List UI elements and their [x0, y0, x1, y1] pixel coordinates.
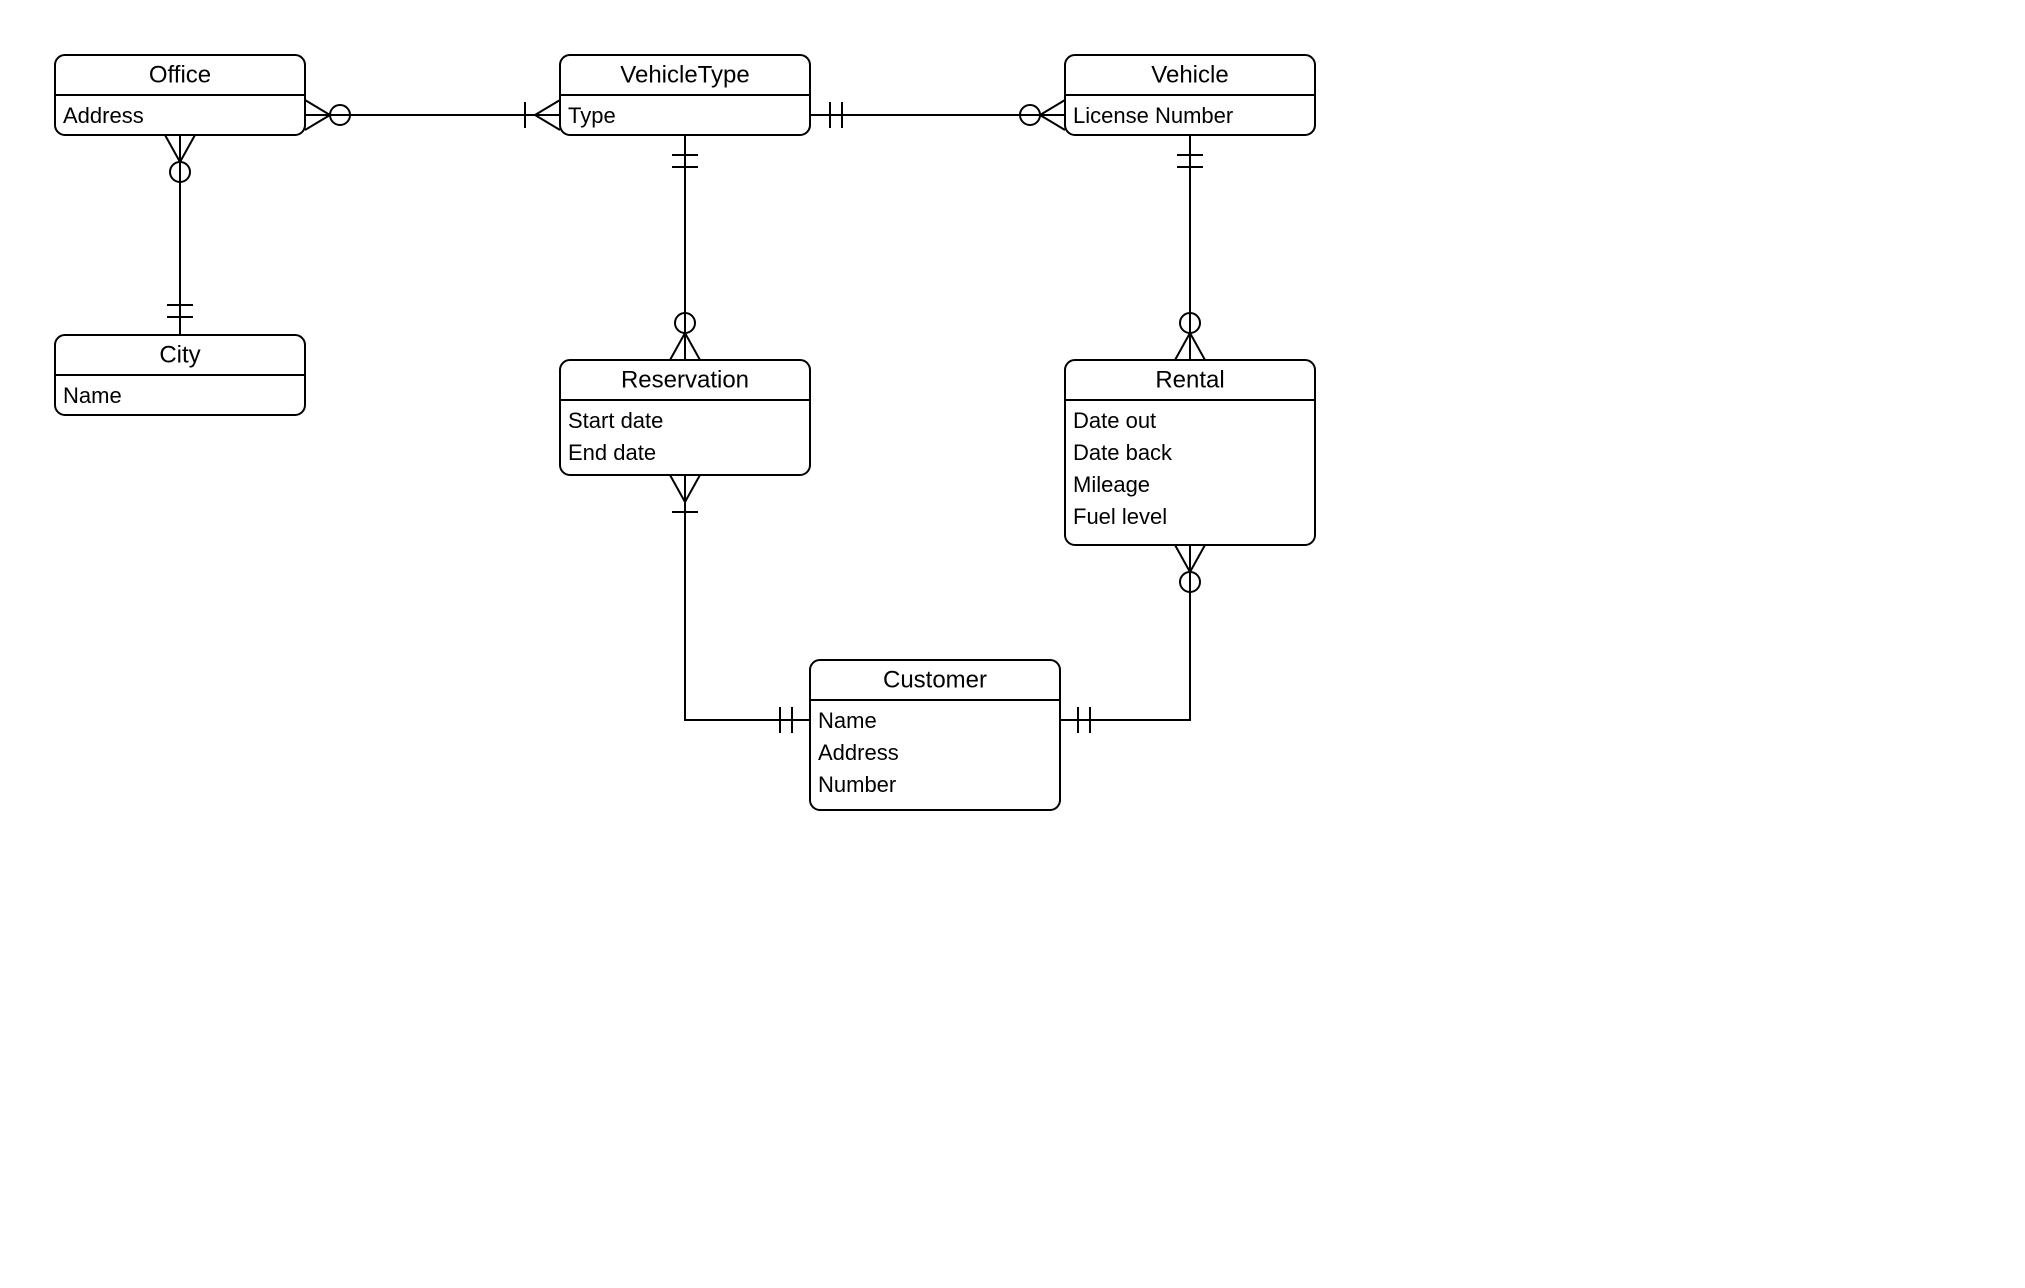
rel-vehicle-rental [1175, 135, 1205, 360]
entity-office-attr-0: Address [63, 103, 144, 128]
rel-reservation-customer [670, 475, 810, 733]
entity-rental-title: Rental [1155, 366, 1224, 393]
entity-vehicle: Vehicle License Number [1065, 55, 1315, 135]
entity-rental-attr-3: Fuel level [1073, 504, 1167, 529]
rel-vehicletype-reservation [670, 135, 700, 360]
entity-rental-attr-0: Date out [1073, 408, 1156, 433]
entity-vehicle-title: Vehicle [1151, 61, 1228, 88]
entity-office-title: Office [149, 61, 211, 88]
entity-customer-title: Customer [883, 666, 987, 693]
entity-vehicletype-attr-0: Type [568, 103, 616, 128]
entity-vehicletype-title: VehicleType [620, 61, 749, 88]
rel-rental-customer [1060, 545, 1205, 733]
entity-customer-attr-2: Number [818, 772, 896, 797]
entity-reservation-title: Reservation [621, 366, 749, 393]
entity-vehicletype: VehicleType Type [560, 55, 810, 135]
entity-customer: Customer Name Address Number [810, 660, 1060, 810]
entity-city: City Name [55, 335, 305, 415]
entity-customer-attr-1: Address [818, 740, 899, 765]
entity-city-attr-0: Name [63, 383, 122, 408]
entity-reservation: Reservation Start date End date [560, 360, 810, 475]
entity-customer-attr-0: Name [818, 708, 877, 733]
entity-reservation-attr-1: End date [568, 440, 656, 465]
rel-office-vehicletype [305, 100, 560, 130]
rel-vehicletype-vehicle [810, 100, 1065, 130]
rel-office-city [165, 135, 195, 335]
entity-vehicle-attr-0: License Number [1073, 103, 1233, 128]
entity-city-title: City [159, 341, 200, 368]
entity-reservation-attr-0: Start date [568, 408, 663, 433]
entity-office: Office Address [55, 55, 305, 135]
entity-rental: Rental Date out Date back Mileage Fuel l… [1065, 360, 1315, 545]
entity-rental-attr-1: Date back [1073, 440, 1173, 465]
er-diagram: Office Address City Name VehicleType Typ… [0, 0, 2025, 1288]
entity-rental-attr-2: Mileage [1073, 472, 1150, 497]
